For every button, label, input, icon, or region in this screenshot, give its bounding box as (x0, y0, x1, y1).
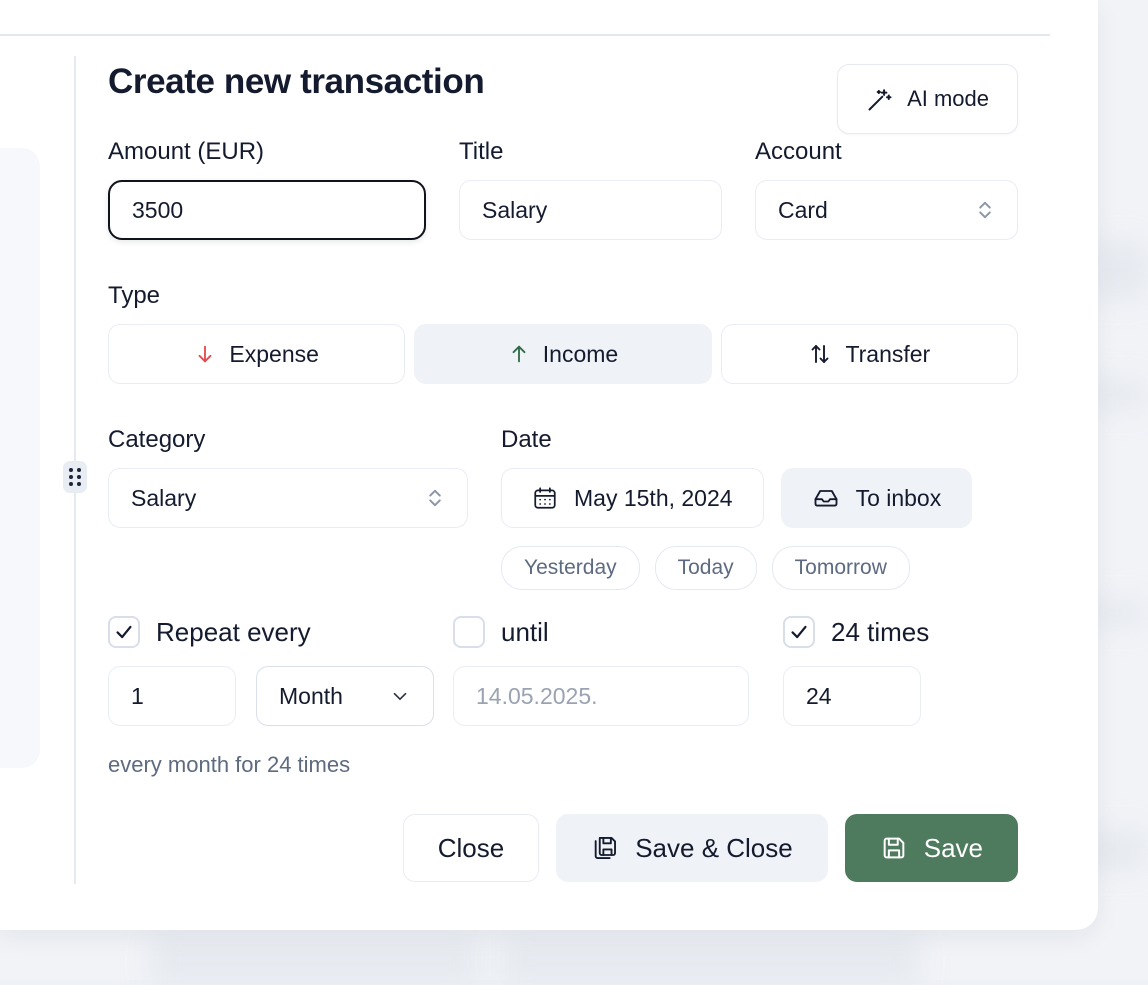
repeat-summary: every month for 24 times (108, 752, 351, 777)
times-checkbox[interactable] (783, 616, 815, 648)
repeat-unit-select[interactable]: Month (256, 666, 434, 726)
drag-handle[interactable] (63, 461, 87, 493)
repeat-inputs-row: 1 Month 14.05.2025. 24 (108, 666, 1018, 726)
transaction-panel: Create new transaction AI mode Amount (E… (0, 0, 1098, 930)
title-input[interactable]: Salary (459, 180, 722, 240)
type-option-transfer-label: Transfer (845, 340, 931, 367)
times-group: 24 times (783, 616, 1018, 648)
ai-mode-button[interactable]: AI mode (837, 64, 1018, 134)
category-label: Category (108, 426, 206, 453)
save-button-label: Save (923, 832, 983, 863)
date-label: Date (501, 426, 552, 453)
account-group: Account Card (755, 140, 1018, 240)
until-checkbox[interactable] (453, 616, 485, 648)
chevron-down-icon (389, 685, 411, 707)
to-inbox-button[interactable]: To inbox (780, 468, 973, 528)
left-edge-panel (0, 148, 40, 768)
type-option-expense-label: Expense (229, 340, 319, 367)
type-option-income-label: Income (542, 340, 619, 367)
transaction-form: Create new transaction AI mode Amount (E… (108, 62, 1018, 882)
repeat-checkbox-row: Repeat every until 24 times (108, 616, 1018, 648)
date-picker-button[interactable]: May 15th, 2024 (501, 468, 764, 528)
type-segmented-control: Expense Income Transfer (108, 324, 1018, 384)
type-option-expense[interactable]: Expense (108, 324, 406, 384)
save-and-close-button[interactable]: Save & Close (556, 814, 828, 882)
type-label: Type (108, 282, 161, 309)
type-option-income[interactable]: Income (414, 324, 712, 384)
date-quick-picks: Yesterday Today Tomorrow (501, 546, 1018, 590)
repeat-interval-input[interactable]: 1 (108, 666, 236, 726)
quick-pick-yesterday[interactable]: Yesterday (501, 546, 640, 590)
magic-wand-icon (866, 85, 894, 113)
repeat-every-group: Repeat every (108, 616, 453, 648)
chevron-up-down-icon (425, 486, 445, 510)
repeat-every-checkbox[interactable] (108, 616, 140, 648)
times-input-wrap: 24 (783, 666, 1018, 726)
type-group: Type Expense Income Transfer (108, 284, 1018, 384)
date-value: May 15th, 2024 (574, 484, 733, 511)
form-actions: Close Save & Close Save (108, 814, 1018, 882)
close-button[interactable]: Close (402, 814, 540, 882)
until-input-wrap: 14.05.2025. (453, 666, 783, 726)
category-value: Salary (131, 484, 197, 511)
arrow-down-icon (194, 343, 216, 365)
date-controls: May 15th, 2024 To inbox (501, 468, 1018, 528)
title-label: Title (459, 138, 504, 165)
amount-input[interactable]: 3500 (108, 180, 426, 240)
account-label: Account (755, 138, 842, 165)
quick-pick-today[interactable]: Today (654, 546, 757, 590)
save-icon (880, 834, 908, 862)
repeat-unit-value: Month (279, 682, 343, 709)
background-blob (150, 935, 480, 985)
until-group: until (453, 616, 783, 648)
account-select[interactable]: Card (755, 180, 1018, 240)
category-group: Category Salary (108, 428, 468, 590)
chevron-up-down-icon (975, 198, 995, 222)
save-and-close-label: Save & Close (635, 832, 793, 863)
save-copy-icon (591, 834, 619, 862)
until-date-input[interactable]: 14.05.2025. (453, 666, 749, 726)
arrows-up-down-icon (808, 342, 832, 366)
ai-mode-label: AI mode (907, 86, 989, 111)
background-blob (500, 935, 920, 985)
top-divider (0, 34, 1050, 36)
interval-controls: 1 Month (108, 666, 453, 726)
calendar-icon (532, 485, 558, 511)
quick-pick-tomorrow[interactable]: Tomorrow (771, 546, 910, 590)
repeat-times-input[interactable]: 24 (783, 666, 921, 726)
amount-label: Amount (EUR) (108, 138, 265, 165)
drag-dots-icon (69, 468, 81, 486)
arrow-up-icon (508, 343, 530, 365)
page-title: Create new transaction (108, 62, 485, 101)
primary-fields-row: Amount (EUR) 3500 Title Salary Account C… (108, 140, 1018, 240)
to-inbox-label: To inbox (855, 484, 942, 511)
close-button-label: Close (437, 832, 505, 863)
save-button[interactable]: Save (844, 814, 1018, 882)
date-group: Date May 15th, 2024 To inbox Yesterday T… (501, 428, 1018, 590)
amount-group: Amount (EUR) 3500 (108, 140, 426, 240)
category-select[interactable]: Salary (108, 468, 468, 528)
type-option-transfer[interactable]: Transfer (720, 324, 1018, 384)
account-value: Card (778, 196, 828, 223)
times-label: 24 times (831, 616, 930, 647)
repeat-every-label: Repeat every (156, 616, 311, 647)
form-header: Create new transaction AI mode (108, 62, 1018, 140)
category-date-row: Category Salary Date May 15th, 2024 To i… (108, 428, 1018, 590)
title-group: Title Salary (459, 140, 722, 240)
until-label: until (501, 616, 549, 647)
inbox-icon (812, 484, 840, 512)
